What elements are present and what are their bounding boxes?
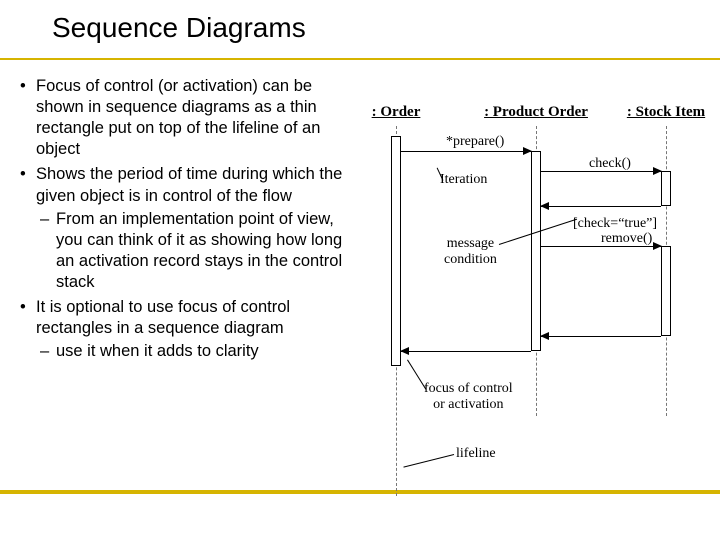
divider-bottom: [0, 490, 720, 494]
object-stock-item: : Stock Item: [627, 104, 705, 121]
annotation-focus: focus of control or activation: [424, 381, 513, 413]
label-remove: remove(): [601, 231, 652, 247]
activation-order: [391, 136, 401, 366]
bullet-item: Shows the period of time during which th…: [16, 164, 346, 293]
sub-bullet-item: use it when it adds to clarity: [36, 341, 346, 362]
annotation-text: message: [447, 236, 494, 251]
annotation-text: condition: [444, 252, 497, 267]
arrow-check-return: [541, 206, 661, 207]
annotation-lifeline-line: [403, 454, 454, 468]
object-order: : Order: [372, 104, 421, 121]
annotation-text: or activation: [433, 397, 503, 412]
sequence-diagram: : Order : Product Order : Stock Item *pr…: [346, 76, 708, 484]
activation-product-order: [531, 151, 541, 351]
bullet-item: Focus of control (or activation) can be …: [16, 76, 346, 160]
annotation-lifeline: lifeline: [456, 446, 496, 462]
label-prepare: *prepare(): [446, 134, 504, 150]
bullet-text: It is optional to use focus of control r…: [36, 298, 290, 337]
object-product-order: : Product Order: [484, 104, 588, 121]
arrow-prepare: [401, 151, 531, 152]
content-area: Focus of control (or activation) can be …: [16, 76, 708, 484]
bullet-item: It is optional to use focus of control r…: [16, 297, 346, 362]
arrow-prepare-return: [401, 351, 531, 352]
divider-top: [0, 58, 720, 60]
activation-stock-item-1: [661, 171, 671, 206]
slide-title: Sequence Diagrams: [0, 0, 720, 44]
sub-bullet-item: From an implementation point of view, yo…: [36, 209, 346, 293]
activation-stock-item-2: [661, 246, 671, 336]
annotation-focus-line: [407, 360, 426, 390]
bullet-text: Shows the period of time during which th…: [36, 165, 342, 204]
annotation-iteration: Iteration: [440, 172, 487, 188]
annotation-text: focus of control: [424, 381, 513, 396]
arrow-remove-return: [541, 336, 661, 337]
bullet-column: Focus of control (or activation) can be …: [16, 76, 346, 484]
label-check-condition: [check=“true”]: [573, 216, 657, 232]
label-check: check(): [589, 156, 631, 172]
annotation-message-condition: message condition: [444, 236, 497, 268]
